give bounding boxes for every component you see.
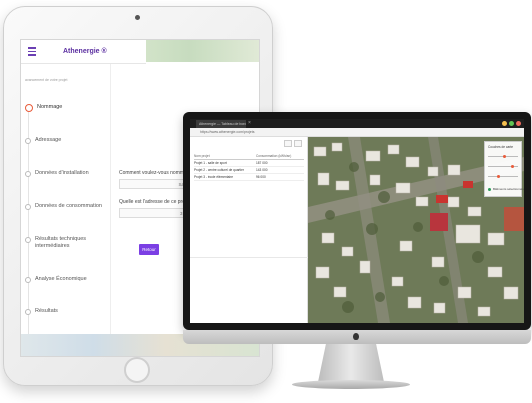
question-project-address: Quelle est l'adresse de ce proje — [119, 199, 189, 205]
project-list-pane: Nom projet Consommation (kWh/an) Projet … — [190, 137, 308, 323]
filter-icon[interactable] — [284, 140, 292, 147]
table-row[interactable]: Projet 1 - salle de sport 187 000 — [194, 160, 304, 167]
apple-logo-icon — [353, 333, 359, 340]
step-label: Données d'installation — [35, 170, 89, 176]
project-table: Nom projet Consommation (kWh/an) Projet … — [194, 153, 304, 181]
step-donnees-consommation[interactable]: Données de consommation — [25, 203, 105, 210]
product-mockup: Athenergie ® avancement de votre projet … — [0, 0, 532, 403]
progress-sidebar: avancement de votre projet Nommage Adres… — [21, 64, 111, 352]
expand-icon[interactable] — [294, 140, 302, 147]
step-indicator-icon — [25, 138, 31, 144]
step-indicator-icon — [25, 309, 31, 315]
desktop-monitor: Athenergie — Tableau de bord × https://w… — [183, 112, 531, 330]
close-window-icon[interactable] — [516, 121, 521, 126]
browser-titlebar: Athenergie — Tableau de bord × — [190, 119, 524, 128]
slider-knob[interactable] — [503, 155, 506, 158]
step-analyse-economique[interactable]: Analyse Économique — [25, 276, 105, 283]
minimize-icon[interactable] — [502, 121, 507, 126]
app-header: Athenergie ® — [21, 40, 146, 64]
step-label: Résultats techniques intermédiaires — [35, 236, 87, 249]
step-nommage[interactable]: Nommage — [25, 104, 107, 112]
3d-city-map[interactable]: Couches de carte Bâtiments sélectionnés — [308, 137, 524, 323]
step-label: Adressage — [35, 137, 62, 143]
legend-label: Bâtiments sélectionnés — [493, 187, 524, 191]
table-row[interactable]: Projet 2 - centre culturel de quartier 1… — [194, 167, 304, 174]
step-indicator-icon — [25, 277, 31, 283]
app-title: Athenergie ® — [63, 48, 107, 55]
close-tab-icon[interactable]: × — [248, 120, 251, 127]
step-indicator-icon — [25, 237, 31, 243]
step-adressage[interactable]: Adressage — [25, 137, 105, 144]
slider-knob[interactable] — [511, 165, 514, 168]
table-cell: Projet 2 - centre culturel de quartier — [194, 168, 244, 172]
sidebar-caption: avancement de votre projet — [25, 78, 68, 82]
tablet-camera — [135, 15, 140, 20]
step-label: Analyse Économique — [35, 276, 87, 282]
table-cell: 143 000 — [256, 168, 268, 172]
legend-dot-icon — [488, 188, 491, 191]
step-label: Données de consommation — [35, 203, 102, 209]
table-header-row: Nom projet Consommation (kWh/an) — [194, 153, 304, 160]
table-cell: Projet 1 - salle de sport — [194, 161, 227, 165]
layers-panel-title: Couches de carte — [488, 145, 513, 149]
back-button[interactable]: Retour — [139, 244, 159, 255]
table-cell: Projet 3 - école élémentaire — [194, 175, 233, 179]
table-row[interactable]: Projet 3 - école élémentaire 96 000 — [194, 174, 304, 181]
address-bar[interactable]: https://www.athenergie.com/projets — [190, 128, 524, 137]
step-active-indicator-icon — [25, 104, 33, 112]
step-resultats-techniques[interactable]: Résultats techniques intermédiaires — [25, 236, 105, 250]
column-header-consumption[interactable]: Consommation (kWh/an) — [256, 154, 304, 158]
pane-toolbar — [284, 140, 302, 147]
pane-divider — [190, 257, 308, 258]
monitor-stand-neck — [318, 344, 384, 382]
step-connector-line — [28, 110, 29, 352]
monitor-stand-foot — [292, 380, 410, 389]
map-layers-panel[interactable]: Couches de carte Bâtiments sélectionnés — [484, 141, 524, 197]
step-donnees-installation[interactable]: Données d'installation — [25, 170, 105, 177]
maximize-icon[interactable] — [509, 121, 514, 126]
browser-tab[interactable]: Athenergie — Tableau de bord — [196, 120, 246, 128]
question-project-name: Comment voulez-vous nommer — [119, 170, 189, 176]
table-cell: 96 000 — [256, 175, 266, 179]
table-cell: 187 000 — [256, 161, 268, 165]
slider-knob[interactable] — [497, 175, 500, 178]
address-bar-url: https://www.athenergie.com/projets — [200, 130, 255, 134]
step-resultats[interactable]: Résultats — [25, 308, 105, 315]
step-label: Résultats — [35, 308, 58, 314]
step-indicator-icon — [25, 171, 31, 177]
tablet-home-button — [124, 357, 150, 383]
hamburger-menu-icon[interactable] — [21, 40, 43, 64]
monitor-screen: Athenergie — Tableau de bord × https://w… — [190, 119, 524, 323]
column-header-name[interactable]: Nom projet — [194, 154, 256, 158]
step-label: Nommage — [37, 104, 63, 110]
step-indicator-icon — [25, 204, 31, 210]
layer-slider[interactable] — [488, 176, 518, 177]
